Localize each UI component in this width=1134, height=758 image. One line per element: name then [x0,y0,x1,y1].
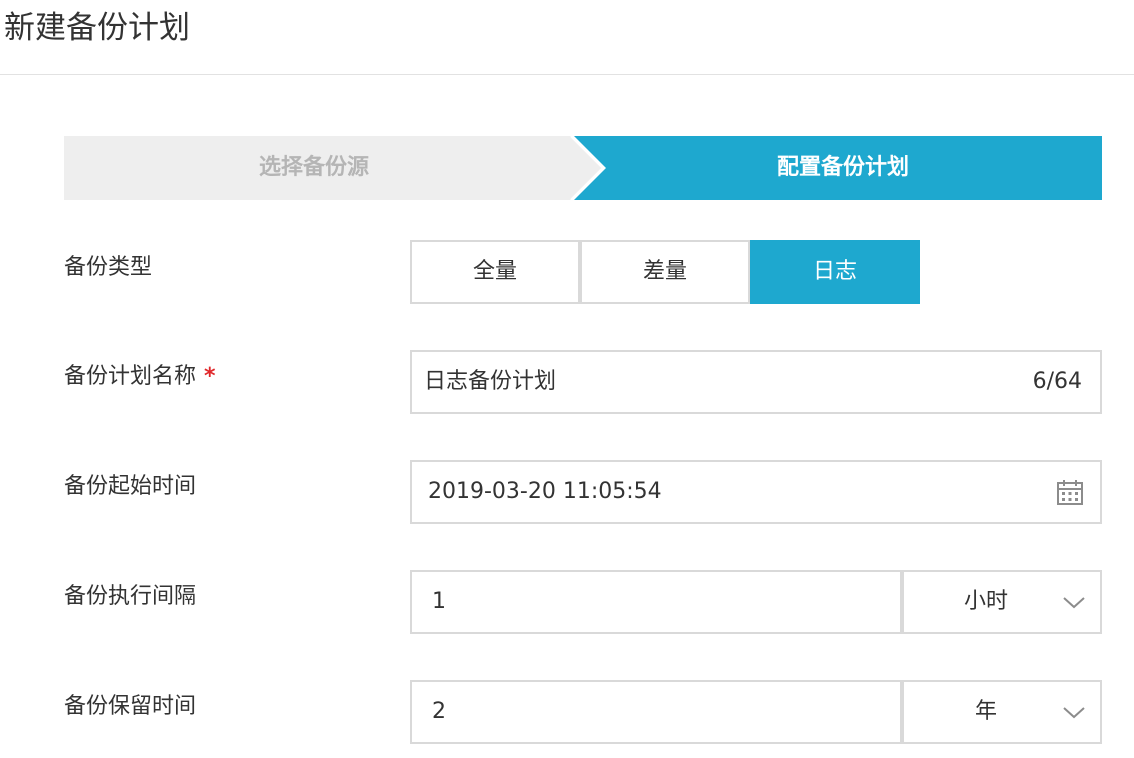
backup-type-log-button[interactable]: 日志 [750,240,920,304]
interval-input[interactable]: 1 [410,570,902,634]
backup-type-label: 备份类型 [64,255,153,280]
plan-name-char-counter: 6/64 [1032,369,1082,394]
plan-name-input[interactable]: 日志备份计划 6/64 [410,350,1102,414]
step-indicator: 选择备份源 配置备份计划 [64,136,1102,200]
plan-name-value: 日志备份计划 [424,369,557,394]
required-mark: * [204,364,216,389]
calendar-icon[interactable] [1056,478,1084,506]
retention-input[interactable]: 2 [410,680,902,744]
plan-name-label-text: 备份计划名称 [64,364,197,389]
plan-name-label: 备份计划名称 * [64,362,216,392]
retention-unit-select[interactable]: 年 [902,680,1102,744]
backup-type-full-button[interactable]: 全量 [410,240,580,304]
retention-unit-value: 年 [974,699,997,724]
chevron-down-icon [1063,707,1085,719]
chevron-down-icon [1063,597,1085,609]
backup-type-differential-button[interactable]: 差量 [580,240,750,304]
title-divider [0,74,1134,75]
page-title: 新建备份计划 [4,10,190,46]
start-time-value: 2019-03-20 11:05:54 [428,479,662,504]
step-configure-plan[interactable]: 配置备份计划 [584,136,1102,200]
retention-label: 备份保留时间 [64,694,197,719]
new-backup-plan-page: 新建备份计划 选择备份源 配置备份计划 备份类型 全量 差量 日志 备份计划名称… [0,0,1134,758]
start-time-label: 备份起始时间 [64,474,197,499]
interval-unit-select[interactable]: 小时 [902,570,1102,634]
start-time-datepicker[interactable]: 2019-03-20 11:05:54 [410,460,1102,524]
interval-label: 备份执行间隔 [64,584,197,609]
interval-unit-value: 小时 [963,589,1008,614]
retention-value: 2 [432,699,446,724]
step-select-source[interactable]: 选择备份源 [64,136,564,200]
interval-value: 1 [432,589,446,614]
